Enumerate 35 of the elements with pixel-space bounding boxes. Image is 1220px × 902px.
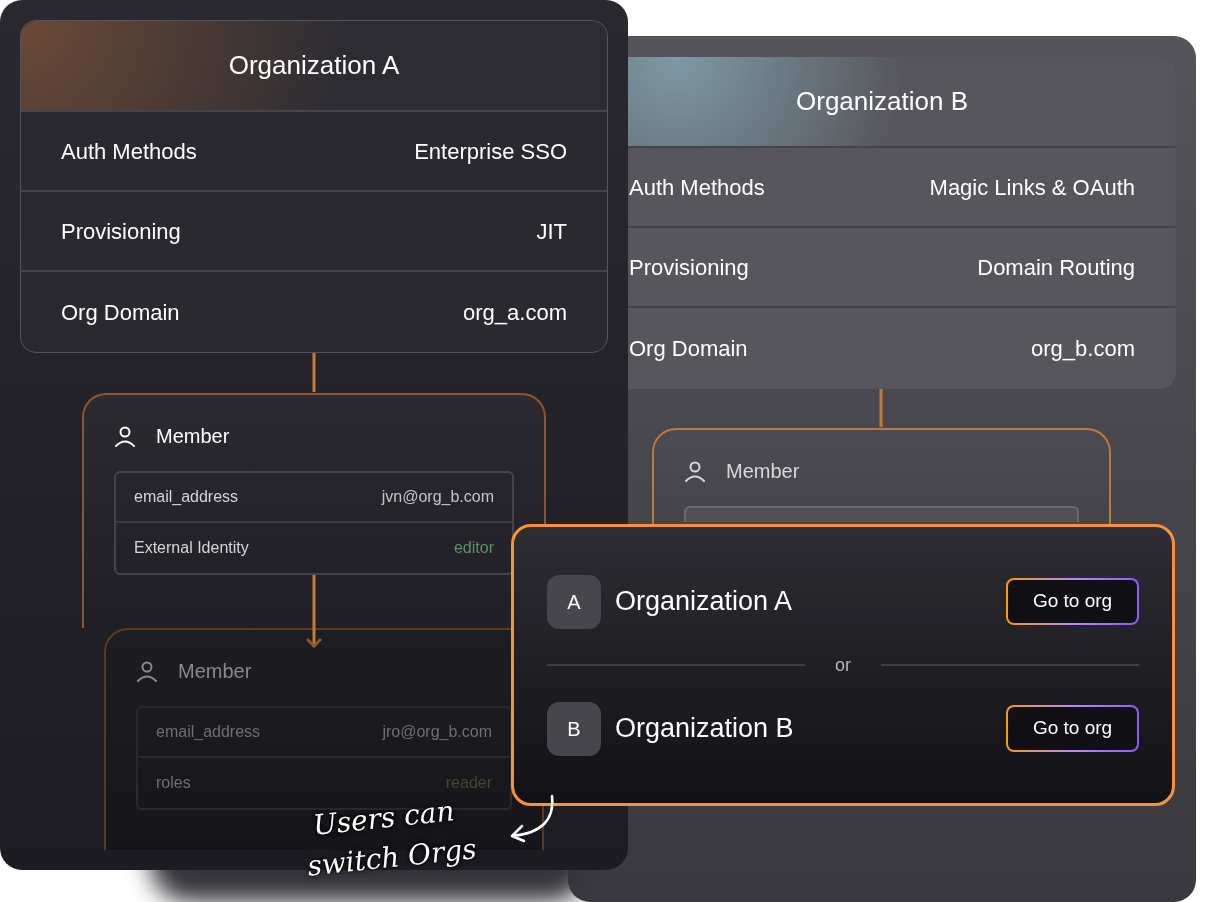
org-name: Organization B — [615, 712, 795, 746]
setting-value: JIT — [536, 217, 567, 246]
setting-label: Org Domain — [61, 298, 180, 327]
field-label: External Identity — [134, 538, 249, 558]
org-name: Organization A — [615, 585, 794, 619]
field-value: jvn@org_b.com — [381, 487, 494, 507]
member-title: Member — [726, 459, 800, 484]
separator-text: or — [834, 653, 852, 677]
person-icon — [684, 460, 706, 482]
org-badge: B — [547, 701, 601, 756]
setting-label: Auth Methods — [629, 173, 765, 202]
organization-title: Organization A — [228, 49, 400, 82]
setting-label: Provisioning — [629, 253, 749, 282]
setting-value: org_b.com — [1031, 334, 1135, 363]
setting-label: Org Domain — [629, 334, 748, 363]
go-to-org-button[interactable]: Go to org — [1006, 578, 1139, 625]
role-value: editor — [453, 538, 494, 558]
field-label: roles — [156, 772, 191, 793]
field-label: email_address — [156, 721, 261, 742]
field-value: jro@org_b.com — [382, 721, 492, 742]
handwritten-note: Users can — [311, 793, 457, 843]
organization-title: Organization B — [796, 85, 968, 118]
person-icon — [136, 659, 158, 682]
setting-value: Enterprise SSO — [414, 137, 567, 166]
org-badge: A — [547, 574, 601, 629]
setting-label: Provisioning — [61, 217, 181, 246]
setting-value: org_a.com — [463, 298, 567, 327]
field-label: email_address — [134, 487, 239, 507]
member-title: Member — [178, 658, 252, 684]
setting-value: Magic Links & OAuth — [929, 173, 1135, 202]
person-icon — [114, 425, 136, 447]
setting-label: Auth Methods — [61, 137, 197, 166]
setting-value: Domain Routing — [977, 253, 1135, 282]
go-to-org-button[interactable]: Go to org — [1006, 705, 1139, 752]
member-title: Member — [156, 424, 230, 449]
